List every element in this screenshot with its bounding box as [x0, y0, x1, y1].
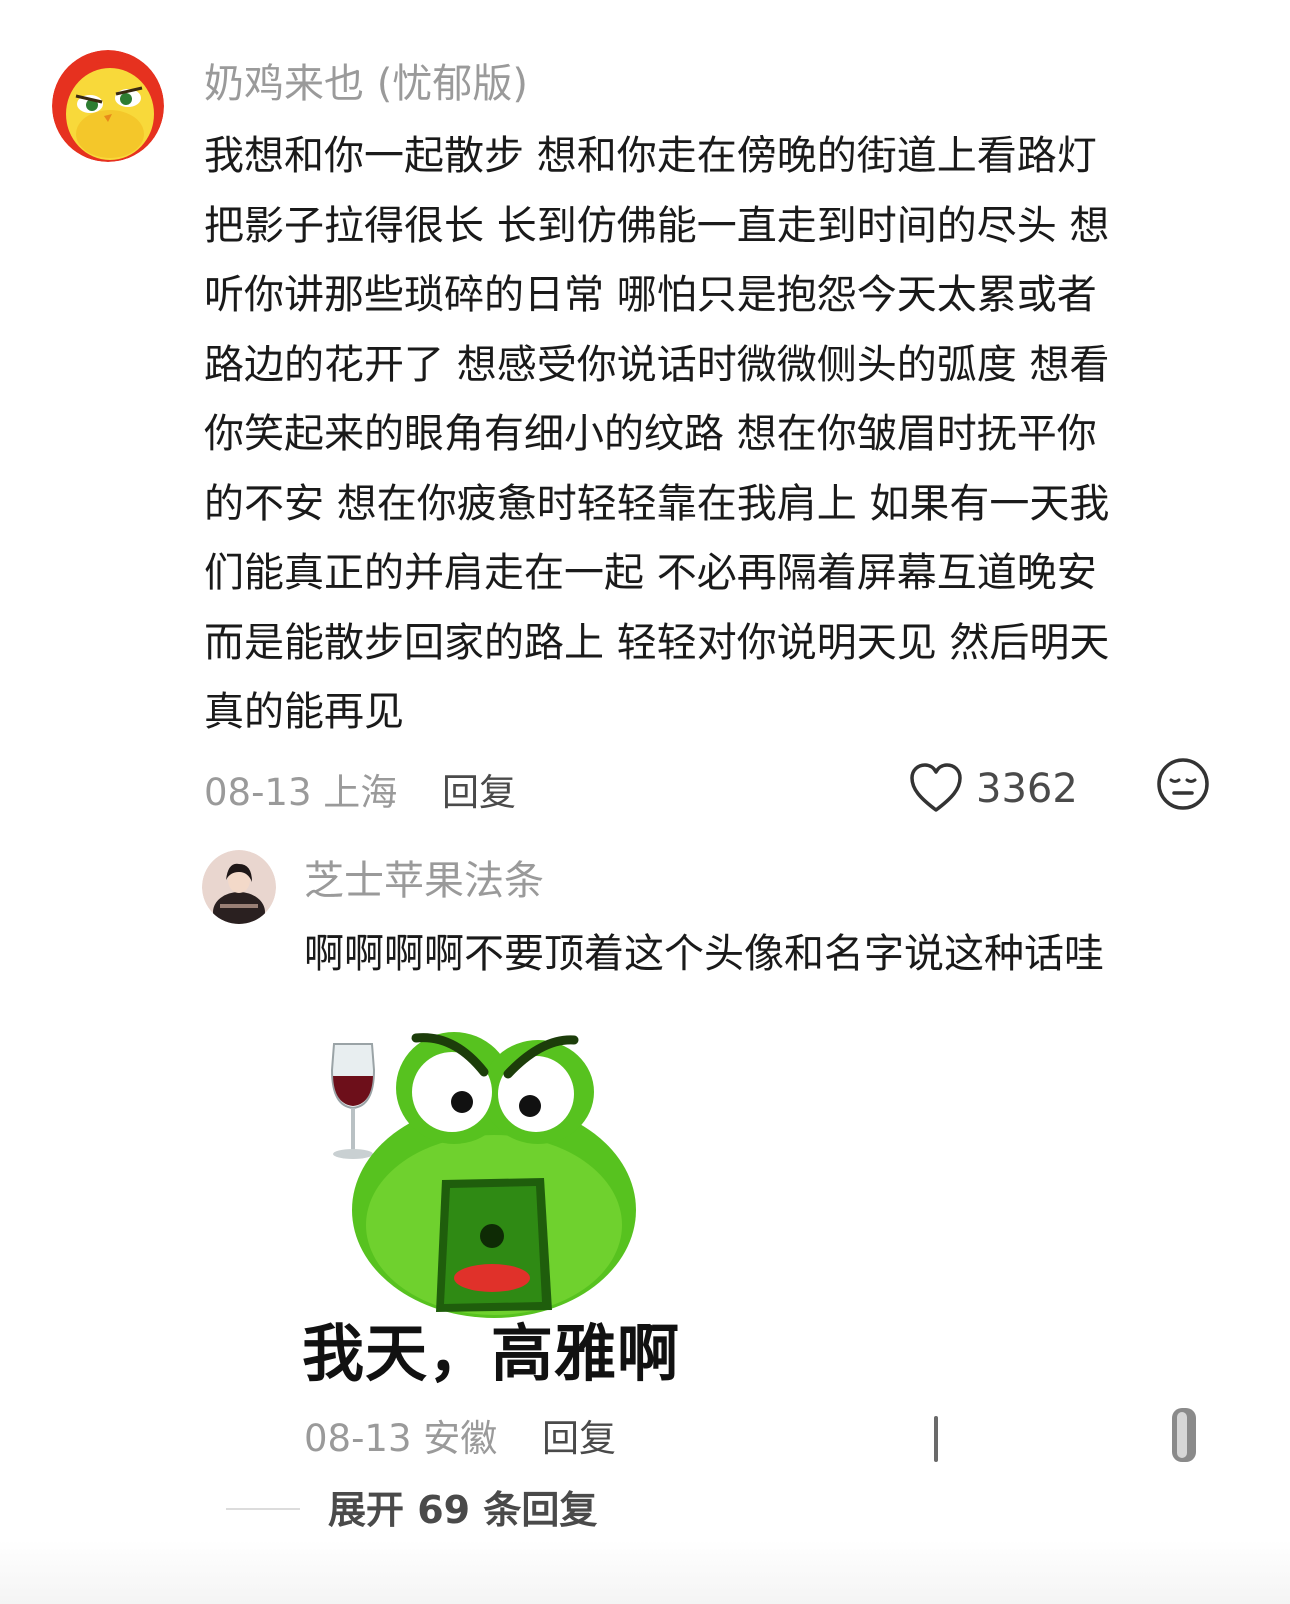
reply-text: 啊啊啊啊不要顶着这个头像和名字说这种话哇: [304, 931, 1104, 977]
like-button[interactable]: [908, 762, 964, 814]
comment-text-line: 把影子拉得很长 长到仿佛能一直走到时间的尽头 想: [204, 202, 1110, 249]
reply-button[interactable]: 回复: [542, 1416, 616, 1462]
divider: [226, 1508, 300, 1510]
heart-outline-icon: [934, 1416, 938, 1462]
reply-date-location: 08-13 安徽: [304, 1417, 498, 1460]
comment-text-line: 的不安 想在你疲惫时轻轻靠在我肩上 如果有一天我: [204, 480, 1110, 527]
dislike-button[interactable]: [1168, 1404, 1200, 1466]
reply-author-name[interactable]: 芝士苹果法条: [304, 856, 544, 906]
comment-text-line: 听你讲那些琐碎的日常 哪怕只是抱怨今天太累或者: [204, 272, 1097, 318]
expand-replies-button[interactable]: 展开 69 条回复: [328, 1486, 597, 1534]
heart-outline-icon: [910, 763, 962, 812]
like-button[interactable]: [930, 1412, 942, 1466]
sticker-caption: 我天，高雅啊: [302, 1317, 681, 1390]
user-photo-avatar-icon: [202, 850, 276, 924]
comment-text-line: 你笑起来的眼角有细小的纹路 想在你皱眉时抚平你: [204, 411, 1097, 457]
like-count: 3362: [976, 766, 1078, 812]
meh-face-icon: [1157, 758, 1209, 810]
comment-text-line: 而是能散步回家的路上 轻轻对你说明天见 然后明天: [204, 619, 1110, 666]
comment-date-location: 08-13 上海: [204, 771, 398, 814]
comment-author-name[interactable]: 奶鸡来也 (忧郁版): [204, 58, 528, 110]
comment-text-line: 我想和你一起散步 想和你走在傍晚的街道上看路灯: [204, 133, 1097, 179]
bottom-fade: [0, 1540, 1290, 1604]
dislike-button[interactable]: [1155, 756, 1211, 812]
comment-thread: { "comment": { "avatar_icon": "yellow-ch…: [0, 0, 1290, 1604]
meh-face-icon: [1172, 1408, 1196, 1462]
avatar[interactable]: [52, 50, 164, 162]
comment-text: 我想和你一起散步 想和你走在傍晚的街道上看路灯 把影子拉得很长 长到仿佛能一直走…: [204, 122, 1194, 748]
comment-text-line: 们能真正的并肩走在一起 不必再隔着屏幕互道晚安: [204, 550, 1097, 596]
yellow-chick-avatar-icon: [52, 50, 164, 162]
comment-text-line: 路边的花开了 想感受你说话时微微侧头的弧度 想看: [204, 341, 1110, 388]
reply-button[interactable]: 回复: [442, 770, 516, 816]
comment-text-line: 真的能再见: [204, 689, 404, 735]
avatar[interactable]: [202, 850, 276, 924]
